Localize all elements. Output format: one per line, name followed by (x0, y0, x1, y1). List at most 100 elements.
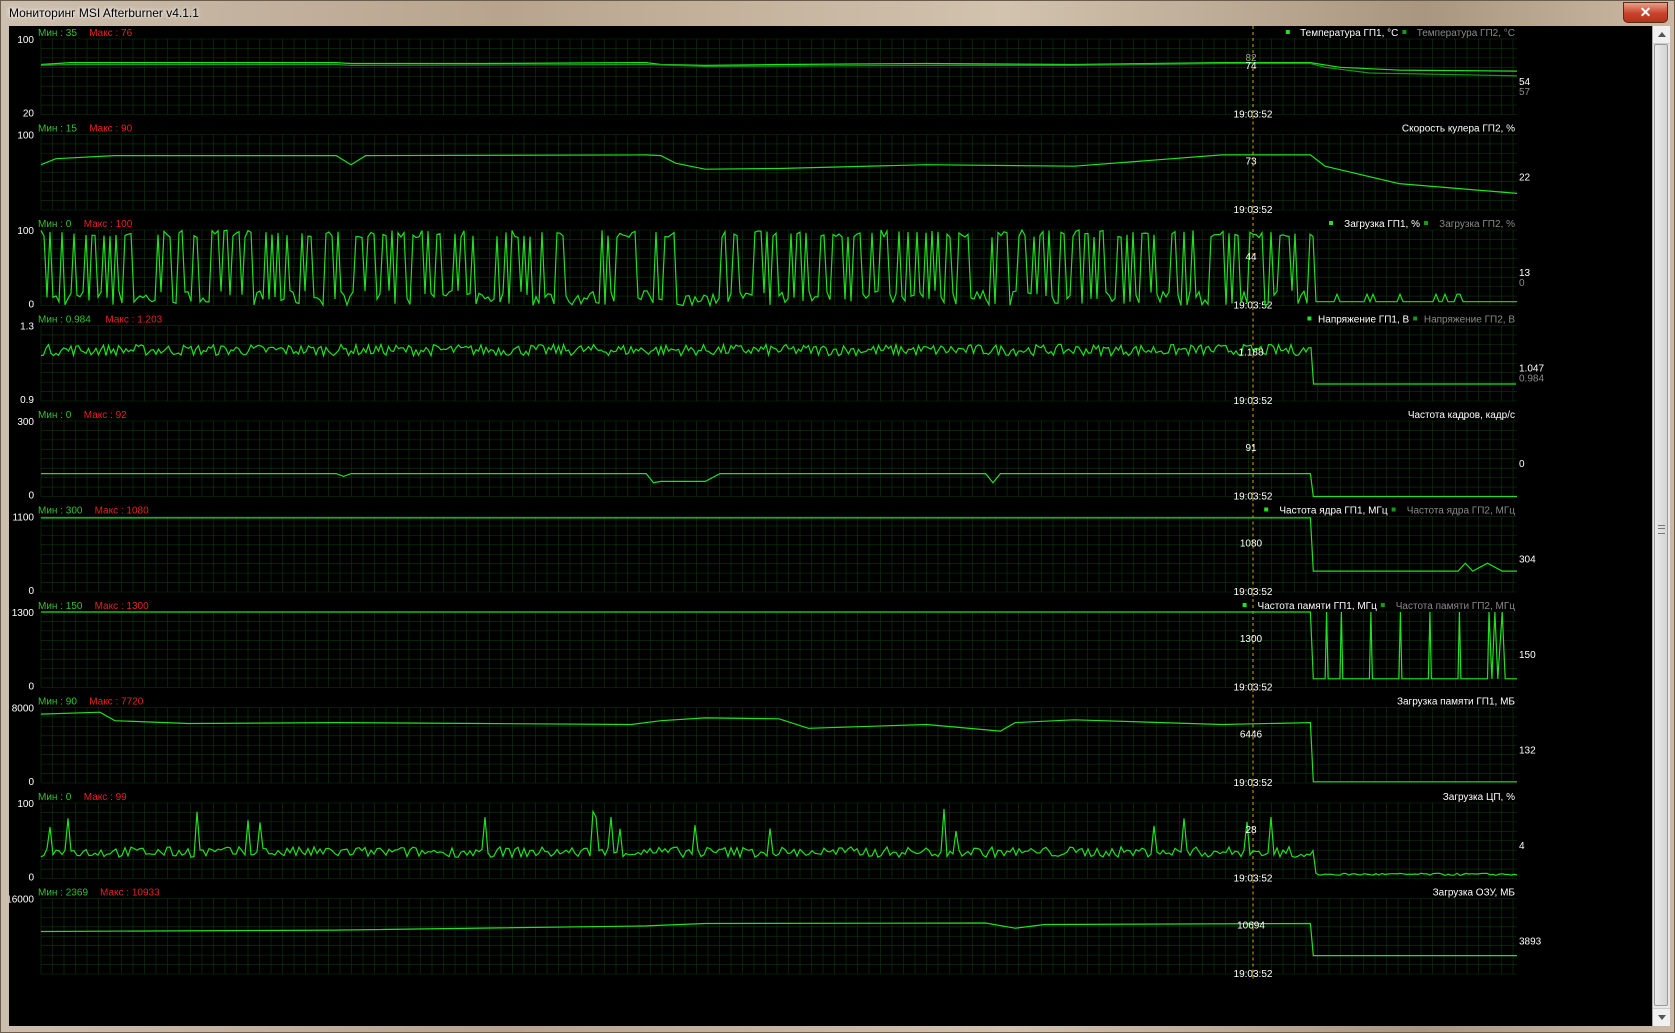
y-axis-min-label: 0 (28, 873, 34, 884)
current-value-label: 3893 (1519, 937, 1542, 948)
graph-title: Частота кадров, кадр/с (1408, 410, 1515, 421)
legend-swatch (1264, 507, 1269, 512)
cursor-time-label: 19:03:52 (1234, 301, 1273, 312)
y-axis-min-label: 0 (28, 300, 34, 311)
series-line (40, 62, 1518, 77)
y-axis-min-label: 0 (28, 777, 34, 788)
series-line (40, 711, 1517, 783)
current-value-label-gpu2: 0.984 (1519, 374, 1544, 385)
legend-swatch (1242, 603, 1247, 607)
close-button[interactable]: ✕ (1623, 2, 1668, 23)
legend-gpu1-label: Температура ГП1, °C (1300, 28, 1398, 39)
min-label: Мин : 0.984 (38, 315, 91, 326)
y-axis-min-label: 0 (28, 586, 34, 597)
min-label: Мин : 0 (38, 219, 72, 230)
legend-swatch (1380, 603, 1385, 607)
graph-panel: Мин : 0 Макс : 100 100 0 Загрузка ГП2, % Загр… (17, 217, 1531, 313)
legend-gpu1-label: Частота ядра ГП1, МГц (1279, 506, 1387, 517)
legend-gpu2-label: Напряжение ГП2, В (1424, 315, 1515, 326)
graph-title: Скорость кулера ГП2, % (1402, 124, 1515, 135)
vertical-scrollbar[interactable] (1652, 26, 1670, 1026)
cursor-value-label: 6446 (1240, 729, 1263, 740)
legend-swatch (1391, 507, 1396, 512)
current-value-label: 304 (1519, 555, 1536, 566)
cursor-time-label: 19:03:52 (1234, 396, 1273, 407)
afterburner-monitor-window: Мониторинг MSI Afterburner v4.1.1 ✕ Мин … (0, 0, 1675, 1033)
graph-panel: Мин : 0.984 Макс : 1.203 1.3 0.9 Напряжение … (20, 312, 1544, 408)
max-label: Макс : 99 (84, 792, 127, 803)
current-value-label-gpu2: 0 (1519, 278, 1525, 289)
graph-panel: Мин : 90 Макс : 7720 8000 0 Загрузка памяти … (12, 694, 1536, 790)
y-axis-max-label: 100 (17, 131, 34, 142)
max-label: Макс : 7720 (89, 697, 144, 708)
legend-swatch (1285, 30, 1290, 34)
y-axis-max-label: 16000 (9, 895, 34, 906)
graph-title: Загрузка ЦП, % (1443, 792, 1515, 803)
min-label: Мин : 2369 (38, 888, 88, 899)
y-axis-min-label: 20 (23, 109, 35, 120)
min-label: Мин : 0 (38, 410, 72, 421)
graph-panel: Мин : 150 Макс : 1300 1300 0 Частота памяти … (12, 599, 1536, 695)
max-label: Макс : 92 (84, 410, 127, 421)
y-axis-max-label: 100 (17, 799, 34, 810)
graph-panel: Мин : 15 Макс : 90 100 Скорость кулера ГП2,… (17, 121, 1531, 217)
graph-panel: Мин : 0 Макс : 92 300 0 Частота кадров, кадр… (17, 408, 1525, 504)
y-axis-max-label: 100 (17, 226, 34, 237)
legend-swatch (1424, 221, 1428, 225)
legend-gpu2-label: Частота памяти ГП2, МГц (1396, 601, 1516, 612)
window-title: Мониторинг MSI Afterburner v4.1.1 (9, 6, 199, 20)
cursor-value-label: 44 (1245, 252, 1257, 263)
min-label: Мин : 90 (38, 697, 77, 708)
graphs-svg: Мин : 35 Макс : 76 100 20 Температура ГП2, °… (9, 26, 1544, 981)
current-value-label: 150 (1519, 650, 1536, 661)
legend-gpu1-label: Напряжение ГП1, В (1318, 315, 1409, 326)
cursor-time-label: 19:03:52 (1234, 778, 1273, 789)
cursor-time-label: 19:03:52 (1234, 492, 1273, 503)
max-label: Макс : 90 (89, 124, 132, 135)
scroll-down-button[interactable] (1653, 1008, 1670, 1026)
legend-swatch (1329, 221, 1333, 225)
cursor-time-label: 19:03:52 (1234, 874, 1273, 885)
cursor-time-label: 19:03:52 (1234, 110, 1273, 121)
min-label: Мин : 0 (38, 792, 72, 803)
graph-panel: Мин : 2369 Макс : 10933 16000 Загрузка ОЗУ,… (9, 885, 1542, 981)
current-value-label: 0 (1519, 459, 1525, 470)
scroll-thumb[interactable] (1654, 44, 1668, 1006)
title-bar[interactable]: Мониторинг MSI Afterburner v4.1.1 ✕ (1, 1, 1674, 26)
current-value-label: 22 (1519, 173, 1531, 184)
y-axis-max-label: 300 (17, 417, 34, 428)
series-line (40, 922, 1517, 957)
cursor-value-label: 73 (1245, 156, 1257, 167)
cursor-time-label: 19:03:52 (1234, 969, 1273, 980)
y-axis-min-label: 0 (28, 491, 34, 502)
cursor-value-label: 91 (1245, 443, 1257, 454)
current-value-label: 132 (1519, 746, 1536, 757)
y-axis-max-label: 8000 (12, 704, 35, 715)
cursor-time-label: 19:03:52 (1234, 587, 1273, 598)
y-axis-max-label: 1.3 (20, 322, 34, 333)
max-label: Макс : 1080 (95, 506, 150, 517)
min-label: Мин : 15 (38, 124, 77, 135)
graph-panel: Мин : 35 Макс : 76 100 20 Температура ГП2, °… (17, 26, 1531, 122)
current-value-label: 4 (1519, 841, 1525, 852)
legend-gpu1-label: Частота памяти ГП1, МГц (1258, 601, 1378, 612)
legend-gpu2-label: Температура ГП2, °C (1417, 28, 1515, 39)
series-line (40, 808, 1518, 877)
scroll-up-button[interactable] (1653, 26, 1670, 44)
cursor-time-label: 19:03:52 (1234, 683, 1273, 694)
cursor-value-label: 1080 (1240, 538, 1263, 549)
y-axis-min-label: 0.9 (20, 395, 34, 406)
graph-title: Загрузка памяти ГП1, МБ (1397, 697, 1515, 708)
graph-title: Загрузка ОЗУ, МБ (1433, 888, 1516, 899)
legend-swatch (1402, 30, 1407, 34)
cursor-value-label-gpu2: 82 (1245, 53, 1257, 64)
legend-gpu2-label: Загрузка ГП2, % (1439, 219, 1515, 230)
graph-panel: Мин : 300 Макс : 1080 1100 0 Частота ядра ГП… (12, 503, 1536, 599)
cursor-value-label: 10694 (1237, 920, 1265, 931)
series-line (41, 473, 1517, 498)
max-label: Макс : 1.203 (105, 315, 162, 326)
y-axis-max-label: 100 (17, 35, 34, 46)
graph-panel: Мин : 0 Макс : 99 100 0 Загрузка ЦП, % 19:03:… (17, 790, 1525, 886)
legend-swatch (1307, 316, 1312, 321)
min-label: Мин : 150 (38, 601, 83, 612)
